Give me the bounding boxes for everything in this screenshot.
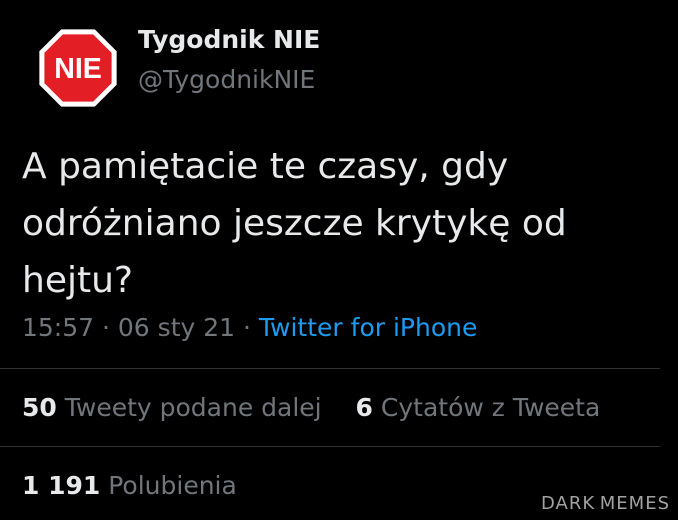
quotes-count: 6 — [355, 393, 373, 422]
tweet-text: A pamiętacie te czasy, gdy odróżniano je… — [22, 138, 652, 309]
tweet-date[interactable]: 06 sty 21 — [118, 313, 235, 342]
likes-stat[interactable]: 1 191 Polubienia — [22, 471, 237, 500]
stats-row-shares: 50 Tweety podane dalej 6 Cytatów z Tweet… — [22, 390, 600, 426]
account-handle[interactable]: @TygodnikNIE — [138, 62, 320, 98]
tweet-text-line: A pamiętacie te czasy, gdy — [22, 146, 509, 187]
quotes-label: Cytatów z Tweeta — [380, 393, 601, 422]
account-names: Tygodnik NIE @TygodnikNIE — [138, 24, 320, 98]
tweet-text-line: odróżniano jeszcze krytykę od — [22, 203, 567, 244]
tweet-text-line: hejtu? — [22, 260, 134, 301]
tweet-meta: 15:57 · 06 sty 21 · Twitter for iPhone — [22, 310, 477, 346]
watermark: DARK MEMES — [541, 493, 670, 514]
divider — [0, 368, 660, 369]
likes-count: 1 191 — [22, 471, 101, 500]
tweet-header: NIE Tygodnik NIE @TygodnikNIE — [20, 20, 660, 107]
quotes-stat[interactable]: 6 Cytatów z Tweeta — [356, 393, 601, 422]
avatar[interactable]: NIE — [36, 26, 120, 110]
retweets-stat[interactable]: 50 Tweety podane dalej — [22, 393, 330, 422]
tweet-source-link[interactable]: Twitter for iPhone — [259, 313, 477, 342]
meta-separator: · — [243, 313, 251, 342]
avatar-text: NIE — [54, 53, 102, 85]
display-name[interactable]: Tygodnik NIE — [138, 24, 320, 56]
meta-separator: · — [102, 313, 110, 342]
likes-label: Polubienia — [108, 471, 237, 500]
retweets-label: Tweety podane dalej — [64, 393, 322, 422]
stats-row-likes: 1 191 Polubienia — [22, 468, 237, 504]
divider — [0, 446, 660, 447]
tweet-time[interactable]: 15:57 — [22, 313, 94, 342]
retweets-count: 50 — [22, 393, 57, 422]
